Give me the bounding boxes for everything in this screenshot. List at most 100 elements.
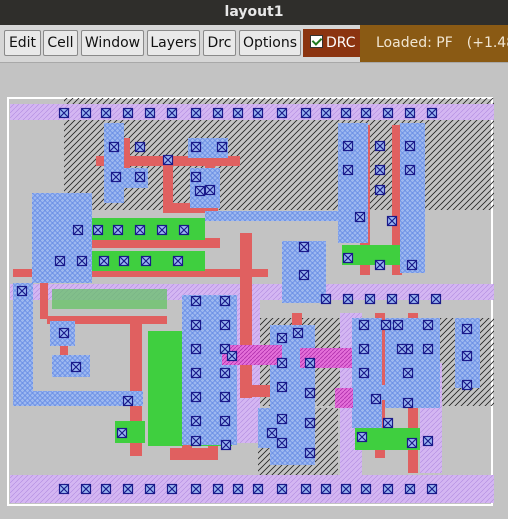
- contact-cut: [219, 295, 231, 307]
- contact-cut: [134, 141, 146, 153]
- contact-cut: [304, 447, 316, 459]
- contact-cut: [76, 255, 88, 267]
- contact-cut: [382, 417, 394, 429]
- contact-cut: [276, 357, 288, 369]
- layout-drawing[interactable]: [0, 63, 508, 519]
- contact-cut: [374, 184, 386, 196]
- contact-cut: [396, 343, 408, 355]
- contact-cut: [360, 483, 372, 495]
- contact-cut: [190, 483, 202, 495]
- zoom-offset-readout: (+1.48: [466, 35, 508, 51]
- contact-cut: [402, 367, 414, 379]
- contact-cut: [426, 107, 438, 119]
- contact-cut: [320, 483, 332, 495]
- contact-cut: [304, 387, 316, 399]
- contact-cut: [190, 319, 202, 331]
- contact-cut: [58, 107, 70, 119]
- contact-cut: [70, 361, 82, 373]
- contact-cut: [98, 255, 110, 267]
- contact-cut: [370, 393, 382, 405]
- contact-cut: [402, 397, 414, 409]
- layout-canvas[interactable]: [0, 63, 508, 519]
- window-title: layout1: [0, 0, 508, 25]
- contact-cut: [166, 107, 178, 119]
- contact-cut: [292, 327, 304, 339]
- contact-cut: [422, 343, 434, 355]
- contact-cut: [190, 435, 202, 447]
- contact-cut: [232, 483, 244, 495]
- contact-cut: [100, 107, 112, 119]
- contact-cut: [374, 140, 386, 152]
- menu-cell[interactable]: Cell: [43, 30, 78, 56]
- contact-cut: [252, 107, 264, 119]
- checkbox-checked-icon[interactable]: [310, 35, 323, 48]
- contact-cut: [408, 293, 420, 305]
- menu-window[interactable]: Window: [81, 30, 144, 56]
- contact-cut: [392, 319, 404, 331]
- contact-cut: [80, 483, 92, 495]
- contact-cut: [358, 367, 370, 379]
- contact-cut: [108, 141, 120, 153]
- contact-cut: [144, 483, 156, 495]
- menu-edit[interactable]: Edit: [4, 30, 41, 56]
- contact-cut: [156, 224, 168, 236]
- contact-cut: [276, 413, 288, 425]
- contact-cut: [404, 107, 416, 119]
- contact-cut: [190, 367, 202, 379]
- status-indicator: Loaded: PF (+1.48: [360, 25, 508, 62]
- contact-cut: [320, 293, 332, 305]
- contact-cut: [276, 437, 288, 449]
- contact-cut: [252, 483, 264, 495]
- menu-bar: Edit Cell Window Layers Drc Options DRC …: [0, 25, 508, 63]
- contact-cut: [266, 427, 278, 439]
- contact-cut: [461, 323, 473, 335]
- contact-cut: [122, 483, 134, 495]
- contact-cut: [190, 141, 202, 153]
- contact-cut: [422, 319, 434, 331]
- contact-cut: [342, 252, 354, 264]
- contact-cut: [112, 224, 124, 236]
- contact-cut: [342, 293, 354, 305]
- contact-cut: [58, 327, 70, 339]
- contact-cut: [118, 255, 130, 267]
- contact-cut: [140, 255, 152, 267]
- menu-options[interactable]: Options: [239, 30, 301, 56]
- contact-cut: [404, 140, 416, 152]
- contact-cut: [212, 107, 224, 119]
- contact-cut: [276, 107, 288, 119]
- contact-cut: [178, 224, 190, 236]
- contact-cut: [226, 350, 238, 362]
- contact-cut: [354, 211, 366, 223]
- contact-cut: [219, 415, 231, 427]
- contact-cut: [194, 185, 206, 197]
- contact-cut: [404, 164, 416, 176]
- contact-cut: [374, 259, 386, 271]
- contact-cut: [304, 357, 316, 369]
- contact-cut: [58, 483, 70, 495]
- contact-cut: [172, 255, 184, 267]
- contact-cut: [54, 255, 66, 267]
- contact-cut: [204, 184, 216, 196]
- contact-cut: [342, 140, 354, 152]
- contact-cut: [461, 350, 473, 362]
- contact-cut: [461, 379, 473, 391]
- contact-cut: [380, 319, 392, 331]
- drc-toggle[interactable]: DRC: [303, 29, 360, 57]
- menu-drc[interactable]: Drc: [203, 30, 236, 56]
- contact-cut: [219, 367, 231, 379]
- contact-cut: [190, 107, 202, 119]
- contact-cut: [382, 107, 394, 119]
- contact-cut: [300, 107, 312, 119]
- drc-toggle-label: DRC: [326, 35, 356, 51]
- contact-cut: [276, 332, 288, 344]
- contact-cut: [298, 241, 310, 253]
- contact-cut: [212, 483, 224, 495]
- menu-layers[interactable]: Layers: [147, 30, 200, 56]
- contact-cut: [122, 107, 134, 119]
- contact-cut: [298, 269, 310, 281]
- contact-cut: [190, 343, 202, 355]
- contact-cut: [276, 381, 288, 393]
- contact-cut: [134, 171, 146, 183]
- contact-cut: [116, 427, 128, 439]
- contact-cut: [190, 391, 202, 403]
